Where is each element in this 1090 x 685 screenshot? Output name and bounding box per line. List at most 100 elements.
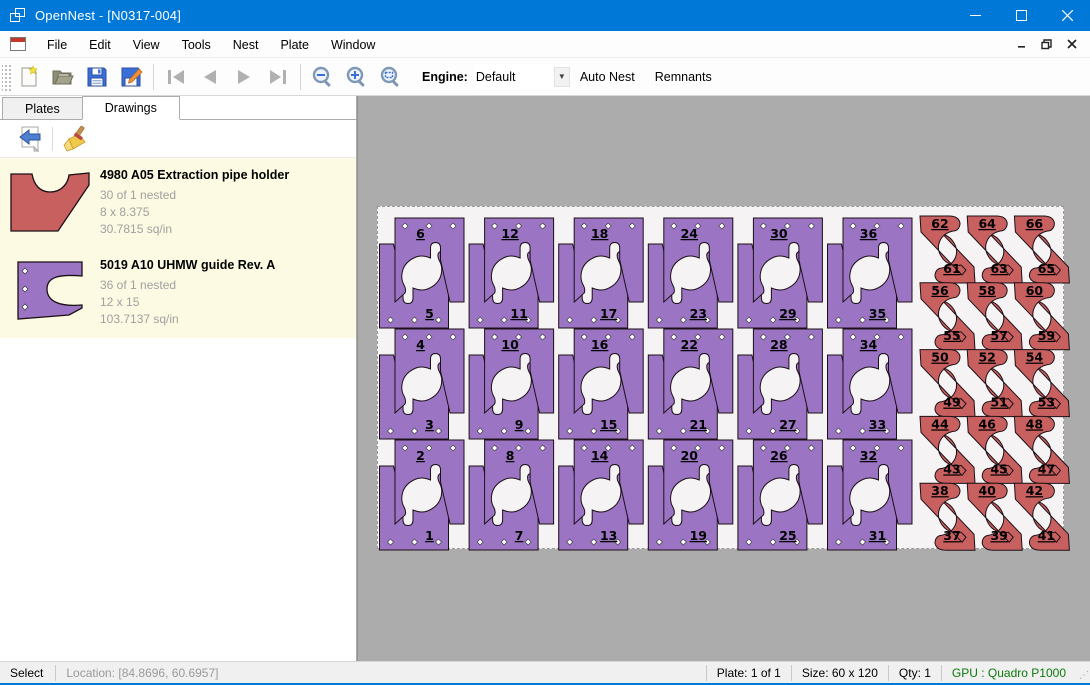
close-button[interactable] <box>1044 0 1090 31</box>
part-number: 18 <box>591 226 608 241</box>
part-number: 29 <box>779 306 796 321</box>
part-number: 10 <box>501 337 519 352</box>
drawing-title: 5019 A10 UHMW guide Rev. A <box>100 258 356 272</box>
drawing-area: 103.7137 sq/in <box>100 311 356 328</box>
nest-pair-purple: 1413 <box>559 440 644 550</box>
maximize-button[interactable] <box>998 0 1044 31</box>
auto-nest-button[interactable]: Auto Nest <box>570 62 645 92</box>
resize-grip[interactable]: ⋰ <box>1076 662 1090 683</box>
remnants-button[interactable]: Remnants <box>645 62 722 92</box>
nest-pair-purple: 2221 <box>648 329 733 439</box>
title-bar: OpenNest - [N0317-004] <box>0 0 1090 31</box>
nest-pair-red: 5857 <box>967 283 1022 350</box>
part-number: 58 <box>978 283 995 298</box>
mdi-close-button[interactable] <box>1061 35 1082 53</box>
part-number: 32 <box>860 448 877 463</box>
mdi-restore-button[interactable] <box>1036 35 1057 53</box>
zoom-in-button[interactable] <box>340 61 374 93</box>
app-window: OpenNest - [N0317-004] FileEditViewTools… <box>0 0 1090 685</box>
menu-item-nest[interactable]: Nest <box>222 31 270 58</box>
nest-pair-purple: 3635 <box>828 218 913 328</box>
next-plate-button[interactable] <box>227 61 261 93</box>
part-number: 45 <box>990 461 1007 476</box>
part-number: 44 <box>931 416 949 431</box>
first-plate-button[interactable] <box>159 61 193 93</box>
zoom-out-button[interactable] <box>306 61 340 93</box>
zoom-extents-button[interactable] <box>374 61 408 93</box>
part-number: 63 <box>990 261 1007 276</box>
new-file-button[interactable] <box>12 61 46 93</box>
drawing-item[interactable]: 5019 A10 UHMW guide Rev. A 36 of 1 neste… <box>0 248 356 338</box>
drawing-size: 8 x 8.375 <box>100 204 356 221</box>
open-file-button[interactable] <box>46 61 80 93</box>
part-number: 26 <box>770 448 788 463</box>
nest-pair-purple: 21 <box>380 440 465 550</box>
nest-pair-red: 64 63 <box>967 216 1022 283</box>
status-gpu: GPU : Quadro P1000 <box>942 662 1076 683</box>
part-number: 27 <box>779 417 796 432</box>
plate-sheet[interactable]: 6543211211109871817161514132423222120193… <box>377 206 1064 549</box>
menu-bar: FileEditViewToolsNestPlateWindow <box>0 31 1090 58</box>
part-number: 16 <box>591 337 609 352</box>
nest-pair-purple: 3433 <box>828 329 913 439</box>
part-number: 54 <box>1026 350 1044 365</box>
drawing-size: 12 x 15 <box>100 294 356 311</box>
part-number: 42 <box>1026 483 1043 498</box>
part-number: 5 <box>425 306 434 321</box>
menu-item-plate[interactable]: Plate <box>269 31 320 58</box>
nest-pair-purple: 109 <box>469 329 553 439</box>
drawing-item[interactable]: 4980 A05 Extraction pipe holder 30 of 1 … <box>0 158 356 248</box>
part-number: 36 <box>860 226 878 241</box>
part-number: 14 <box>591 448 609 463</box>
import-drawing-button[interactable] <box>14 123 46 155</box>
previous-plate-button[interactable] <box>193 61 227 93</box>
nest-pair-purple: 2423 <box>648 218 733 328</box>
save-as-button[interactable] <box>114 61 148 93</box>
part-number: 60 <box>1026 283 1044 298</box>
status-mode: Select <box>0 662 55 683</box>
nest-pair-purple: 2625 <box>738 440 823 550</box>
menu-item-tools[interactable]: Tools <box>171 31 222 58</box>
tab-drawings[interactable]: Drawings <box>82 96 180 120</box>
save-button[interactable] <box>80 61 114 93</box>
engine-dropdown[interactable]: Default ▼ <box>474 65 570 89</box>
chevron-down-icon[interactable]: ▼ <box>554 67 570 87</box>
nest-pair-purple: 1211 <box>469 218 553 328</box>
menu-item-view[interactable]: View <box>122 31 171 58</box>
window-title: OpenNest - [N0317-004] <box>35 8 181 23</box>
drawing-list: 4980 A05 Extraction pipe holder 30 of 1 … <box>0 158 356 338</box>
nest-canvas[interactable]: 6543211211109871817161514132423222120193… <box>357 96 1090 661</box>
nest-pair-purple: 3029 <box>738 218 823 328</box>
document-icon[interactable] <box>10 37 26 51</box>
clear-drawings-button[interactable] <box>59 123 91 155</box>
part-number: 48 <box>1026 416 1043 431</box>
part-number: 7 <box>515 528 524 543</box>
part-number: 37 <box>943 528 960 543</box>
tab-plates[interactable]: Plates <box>2 97 83 119</box>
part-number: 6 <box>416 226 425 241</box>
part-number: 65 <box>1038 261 1055 276</box>
part-number: 1 <box>425 528 434 543</box>
part-number: 41 <box>1038 528 1055 543</box>
nest-pair-purple: 43 <box>380 329 465 439</box>
drawing-area: 30.7815 sq/in <box>100 221 356 238</box>
nest-pair-red: 5049 <box>920 350 975 417</box>
drawings-panel: Plates Drawings <box>0 96 357 661</box>
status-plate: Plate: 1 of 1 <box>707 662 791 683</box>
nest-pair-red: 4847 <box>1014 416 1069 483</box>
mdi-minimize-button[interactable] <box>1011 35 1032 53</box>
status-bar: Select Location: [84.8696, 60.6957] Plat… <box>0 661 1090 683</box>
part-number: 40 <box>978 483 996 498</box>
toolbar-grip[interactable] <box>2 63 12 91</box>
menu-item-file[interactable]: File <box>36 31 78 58</box>
last-plate-button[interactable] <box>261 61 295 93</box>
nest-pair-purple: 87 <box>469 440 553 550</box>
app-icon <box>10 8 26 24</box>
menu-item-edit[interactable]: Edit <box>78 31 122 58</box>
minimize-button[interactable] <box>952 0 998 31</box>
part-number: 53 <box>1038 395 1055 410</box>
part-number: 11 <box>510 306 527 321</box>
part-number: 23 <box>690 306 707 321</box>
menu-item-window[interactable]: Window <box>320 31 386 58</box>
part-number: 64 <box>978 216 996 231</box>
